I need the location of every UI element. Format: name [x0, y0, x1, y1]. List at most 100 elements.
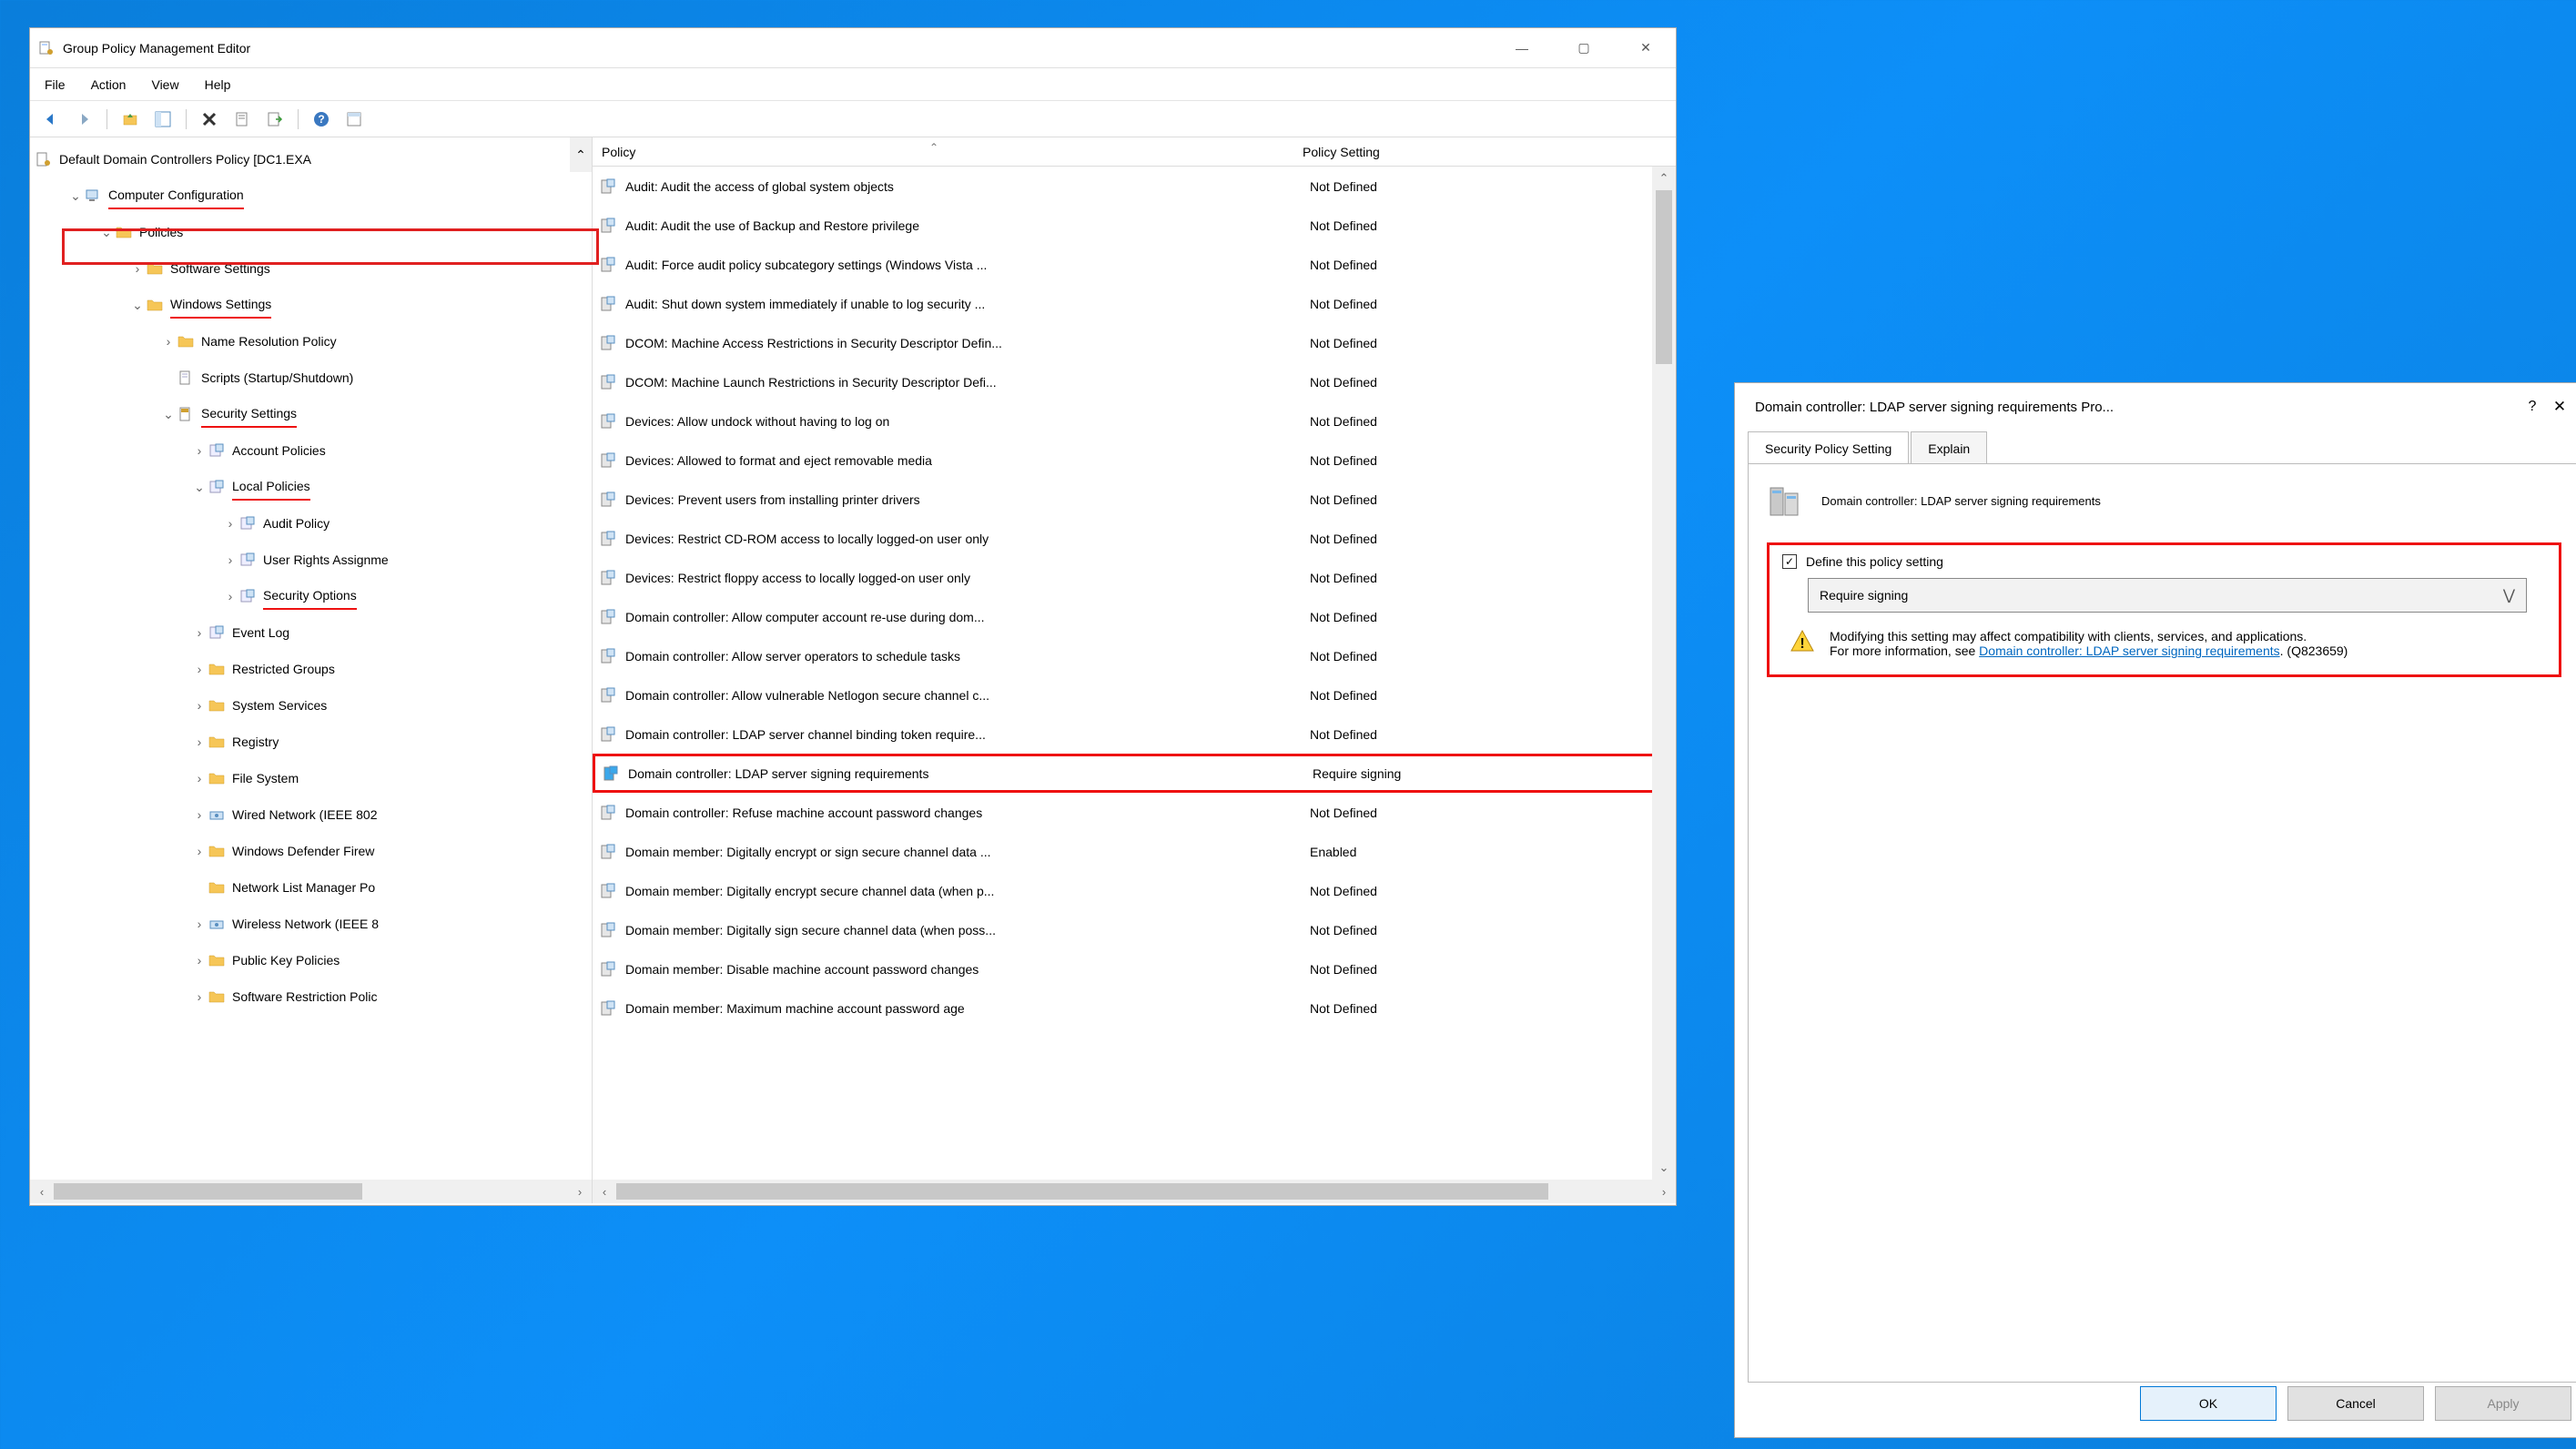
policy-value-dropdown[interactable]: Require signing ⋁ — [1808, 578, 2527, 613]
nav-back-button[interactable] — [37, 106, 65, 132]
expand-icon[interactable]: ⌄ — [159, 401, 177, 427]
scroll-left-icon[interactable]: ‹ — [593, 1180, 616, 1203]
close-icon[interactable]: ✕ — [2546, 398, 2573, 416]
tree-item[interactable]: ›File System — [30, 760, 592, 796]
expand-icon[interactable]: › — [190, 838, 208, 864]
expand-icon[interactable]: ⌄ — [128, 292, 147, 318]
policy-row[interactable]: Domain member: Digitally encrypt or sign… — [593, 832, 1676, 871]
tree-hscroll[interactable]: ‹ › — [30, 1180, 592, 1203]
tree-item[interactable]: ›Audit Policy — [30, 505, 592, 542]
menu-help[interactable]: Help — [205, 77, 231, 92]
expand-icon[interactable]: › — [159, 329, 177, 354]
apply-button[interactable]: Apply — [2435, 1386, 2571, 1421]
tree-item[interactable]: Network List Manager Po — [30, 869, 592, 906]
expand-icon[interactable]: › — [190, 438, 208, 463]
tree-item[interactable]: ›Software Restriction Polic — [30, 978, 592, 1015]
tree-item[interactable]: ›Name Resolution Policy — [30, 323, 592, 360]
filter-button[interactable] — [340, 106, 368, 132]
tree-item[interactable]: ⌄Windows Settings — [30, 287, 592, 323]
scroll-right-icon[interactable]: › — [1652, 1180, 1676, 1203]
expand-icon[interactable]: ⌄ — [97, 219, 116, 245]
expand-icon[interactable]: › — [190, 984, 208, 1009]
close-button[interactable]: ✕ — [1625, 35, 1667, 62]
policy-row[interactable]: Devices: Prevent users from installing p… — [593, 480, 1676, 519]
help-icon[interactable]: ? — [2519, 399, 2546, 415]
tab-security-policy-setting[interactable]: Security Policy Setting — [1748, 431, 1909, 464]
titlebar[interactable]: Group Policy Management Editor — ▢ ✕ — [30, 28, 1676, 68]
tree-item[interactable]: ⌄Security Settings — [30, 396, 592, 432]
expand-icon[interactable]: › — [190, 802, 208, 827]
expand-icon[interactable]: › — [190, 729, 208, 755]
properties-button[interactable] — [228, 106, 256, 132]
tree-root[interactable]: Default Domain Controllers Policy [DC1.E… — [30, 141, 592, 177]
cancel-button[interactable]: Cancel — [2287, 1386, 2424, 1421]
menu-file[interactable]: File — [45, 77, 66, 92]
policy-row[interactable]: Domain controller: LDAP server channel b… — [593, 714, 1676, 754]
policy-row[interactable]: Domain controller: Refuse machine accoun… — [593, 793, 1676, 832]
expand-icon[interactable]: ⌄ — [66, 183, 85, 208]
policy-row[interactable]: Domain controller: LDAP server signing r… — [593, 754, 1676, 793]
tree-item[interactable]: ›Windows Defender Firew — [30, 833, 592, 869]
col-policy[interactable]: Policy — [593, 145, 1303, 159]
policy-row[interactable]: Devices: Allowed to format and eject rem… — [593, 441, 1676, 480]
maximize-button[interactable]: ▢ — [1563, 35, 1605, 62]
tab-explain[interactable]: Explain — [1911, 431, 1987, 464]
tree-item[interactable]: Scripts (Startup/Shutdown) — [30, 360, 592, 396]
expand-icon[interactable]: › — [221, 511, 239, 536]
scroll-up-icon[interactable]: ⌃ — [570, 137, 592, 172]
policy-row[interactable]: DCOM: Machine Access Restrictions in Sec… — [593, 323, 1676, 362]
export-button[interactable] — [261, 106, 289, 132]
expand-icon[interactable]: › — [190, 765, 208, 791]
nav-forward-button[interactable] — [70, 106, 97, 132]
policy-row[interactable]: Devices: Allow undock without having to … — [593, 401, 1676, 441]
up-button[interactable] — [117, 106, 144, 132]
tree-item[interactable]: ›Public Key Policies — [30, 942, 592, 978]
list-vscroll[interactable]: ⌃ ⌄ — [1652, 167, 1676, 1180]
tree-item[interactable]: ›Wired Network (IEEE 802 — [30, 796, 592, 833]
expand-icon[interactable]: › — [190, 693, 208, 718]
tree-item[interactable]: ⌄Computer Configuration — [30, 177, 592, 214]
policy-row[interactable]: Domain member: Maximum machine account p… — [593, 988, 1676, 1028]
policy-row[interactable]: Audit: Force audit policy subcategory se… — [593, 245, 1676, 284]
expand-icon[interactable]: › — [190, 656, 208, 682]
tree-item[interactable]: ⌄Policies — [30, 214, 592, 250]
tree-item[interactable]: ›User Rights Assignme — [30, 542, 592, 578]
list-hscroll[interactable]: ‹ › — [593, 1180, 1676, 1203]
help-button[interactable]: ? — [308, 106, 335, 132]
menu-view[interactable]: View — [151, 77, 178, 92]
delete-button[interactable] — [196, 106, 223, 132]
policy-row[interactable]: Audit: Audit the use of Backup and Resto… — [593, 206, 1676, 245]
tree-item[interactable]: ›Restricted Groups — [30, 651, 592, 687]
policy-row[interactable]: Domain controller: Allow vulnerable Netl… — [593, 675, 1676, 714]
tree-item[interactable]: ›Event Log — [30, 614, 592, 651]
scroll-left-icon[interactable]: ‹ — [30, 1180, 54, 1203]
ok-button[interactable]: OK — [2140, 1386, 2277, 1421]
scroll-down-icon[interactable]: ⌄ — [1652, 1156, 1676, 1180]
list-header[interactable]: Policy ⌃ Policy Setting — [593, 137, 1676, 167]
tree-item[interactable]: ›System Services — [30, 687, 592, 724]
policy-row[interactable]: Domain member: Disable machine account p… — [593, 949, 1676, 988]
expand-icon[interactable]: › — [221, 583, 239, 609]
minimize-button[interactable]: — — [1501, 35, 1543, 62]
dialog-titlebar[interactable]: Domain controller: LDAP server signing r… — [1735, 383, 2576, 431]
policy-row[interactable]: Devices: Restrict floppy access to local… — [593, 558, 1676, 597]
tree-item[interactable]: ›Registry — [30, 724, 592, 760]
menu-action[interactable]: Action — [91, 77, 127, 92]
policy-row[interactable]: Domain member: Digitally encrypt secure … — [593, 871, 1676, 910]
expand-icon[interactable]: › — [190, 911, 208, 937]
policy-row[interactable]: Devices: Restrict CD-ROM access to local… — [593, 519, 1676, 558]
expand-icon[interactable]: › — [221, 547, 239, 573]
expand-icon[interactable]: › — [190, 620, 208, 645]
tree-item[interactable]: ›Wireless Network (IEEE 8 — [30, 906, 592, 942]
policy-row[interactable]: DCOM: Machine Launch Restrictions in Sec… — [593, 362, 1676, 401]
scroll-up-icon[interactable]: ⌃ — [1652, 167, 1676, 190]
expand-icon[interactable]: › — [128, 256, 147, 281]
tree-item[interactable]: ›Software Settings — [30, 250, 592, 287]
warning-link[interactable]: Domain controller: LDAP server signing r… — [1979, 643, 2279, 658]
tree-view[interactable]: Default Domain Controllers Policy [DC1.E… — [30, 137, 592, 1203]
policy-row[interactable]: Domain controller: Allow server operator… — [593, 636, 1676, 675]
expand-icon[interactable]: › — [190, 947, 208, 973]
tree-item[interactable]: ⌄Local Policies — [30, 469, 592, 505]
policy-row[interactable]: Domain member: Digitally sign secure cha… — [593, 910, 1676, 949]
policy-row[interactable]: Domain controller: Allow computer accoun… — [593, 597, 1676, 636]
